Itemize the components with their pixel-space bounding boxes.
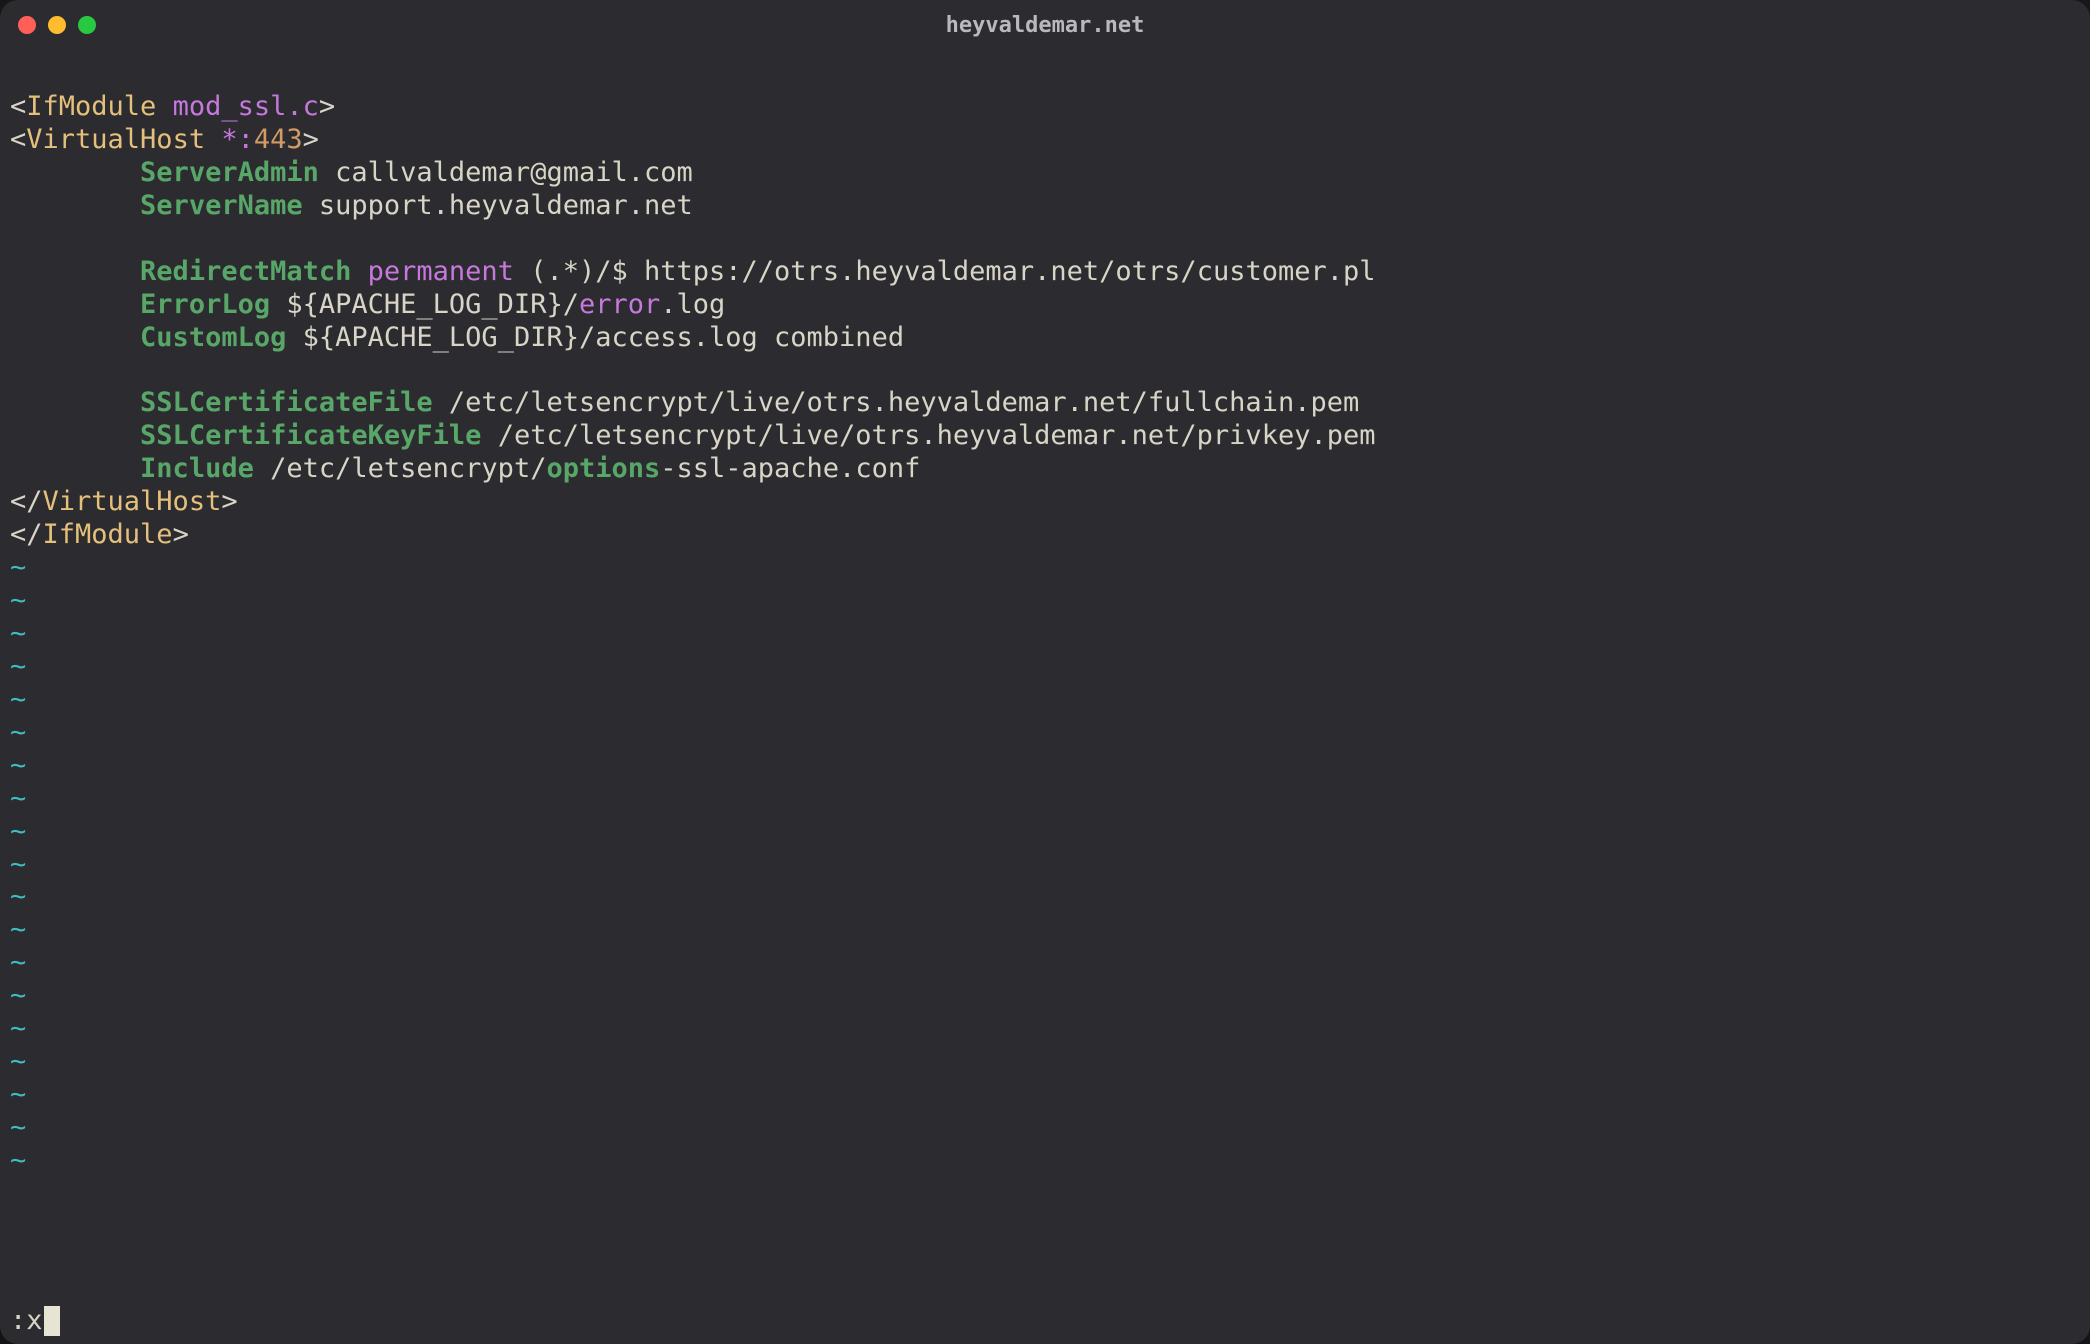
vim-tilde: ~ [10,881,2080,914]
vim-tilde: ~ [10,552,2080,585]
vim-tilde: ~ [10,1145,2080,1178]
vim-tilde: ~ [10,750,2080,783]
code-text: .log [660,289,725,320]
vim-tilde: ~ [10,914,2080,947]
vim-tilde: ~ [10,816,2080,849]
code-text: ${APACHE_LOG_DIR}/ [286,289,579,320]
indent [10,453,140,484]
code-text: support.heyvaldemar.net [319,190,693,221]
code-text: ServerAdmin [140,157,319,188]
code-text: mod_ssl.c [173,91,319,122]
vim-tilde: ~ [10,1013,2080,1046]
vim-tilde: ~ [10,618,2080,651]
code-text: permanent [368,256,514,287]
minimize-icon[interactable] [48,16,66,34]
editor-content[interactable]: <IfModule mod_ssl.c> <VirtualHost *:443>… [10,58,2080,552]
code-text: SSLCertificateKeyFile [140,420,481,451]
indent [10,289,140,320]
vim-tilde: ~ [10,849,2080,882]
code-text: < [10,124,26,155]
close-icon[interactable] [18,16,36,34]
indent [10,420,140,451]
vim-tilde: ~ [10,1079,2080,1112]
window-title: heyvaldemar.net [0,13,2090,38]
vim-tilde: ~ [10,783,2080,816]
indent [10,157,140,188]
code-text: > [319,91,335,122]
code-text: ${APACHE_LOG_DIR}/access.log combined [303,322,904,353]
vim-tilde: ~ [10,717,2080,750]
code-text: *: [221,124,254,155]
code-text: </ [10,486,43,517]
code-text: CustomLog [140,322,286,353]
code-text: /etc/letsencrypt/live/otrs.heyvaldemar.n… [449,387,1359,418]
terminal-window: heyvaldemar.net <IfModule mod_ssl.c> <Vi… [0,0,2090,1344]
code-text: error [579,289,660,320]
terminal-viewport[interactable]: <IfModule mod_ssl.c> <VirtualHost *:443>… [0,50,2090,1344]
indent [10,387,140,418]
code-text: (.*)/$ https://otrs.heyvaldemar.net/otrs… [530,256,1375,287]
vim-tilde: ~ [10,684,2080,717]
code-text: /etc/letsencrypt/live/otrs.heyvaldemar.n… [498,420,1376,451]
zoom-icon[interactable] [78,16,96,34]
vim-tilde: ~ [10,980,2080,1013]
code-text: > [303,124,319,155]
code-text: IfModule [43,519,173,550]
titlebar: heyvaldemar.net [0,0,2090,50]
code-text: VirtualHost [43,486,222,517]
vim-tilde: ~ [10,651,2080,684]
traffic-lights [18,16,96,34]
vim-tilde: ~ [10,1112,2080,1145]
code-text: /etc/letsencrypt/ [270,453,546,484]
cursor-icon [44,1306,60,1336]
code-text: Include [140,453,254,484]
vim-tilde: ~ [10,1046,2080,1079]
vim-tildes: ~~~~~~~~~~~~~~~~~~~ [10,552,2080,1305]
code-text: ErrorLog [140,289,270,320]
indent [10,256,140,287]
code-text: ServerName [140,190,303,221]
code-text: VirtualHost [26,124,205,155]
code-text: 443 [254,124,303,155]
vim-command-line[interactable]: :x [10,1305,2080,1338]
indent [10,322,140,353]
code-text: </ [10,519,43,550]
code-text: < [10,91,26,122]
indent [10,190,140,221]
code-text: options [546,453,660,484]
vim-tilde: ~ [10,585,2080,618]
code-text: > [173,519,189,550]
vim-tilde: ~ [10,947,2080,980]
code-text: callvaldemar@gmail.com [335,157,693,188]
code-text: -ssl-apache.conf [660,453,920,484]
code-text: > [221,486,237,517]
code-text: IfModule [26,91,156,122]
code-text: RedirectMatch [140,256,351,287]
code-text: SSLCertificateFile [140,387,433,418]
command-text: :x [10,1305,43,1336]
